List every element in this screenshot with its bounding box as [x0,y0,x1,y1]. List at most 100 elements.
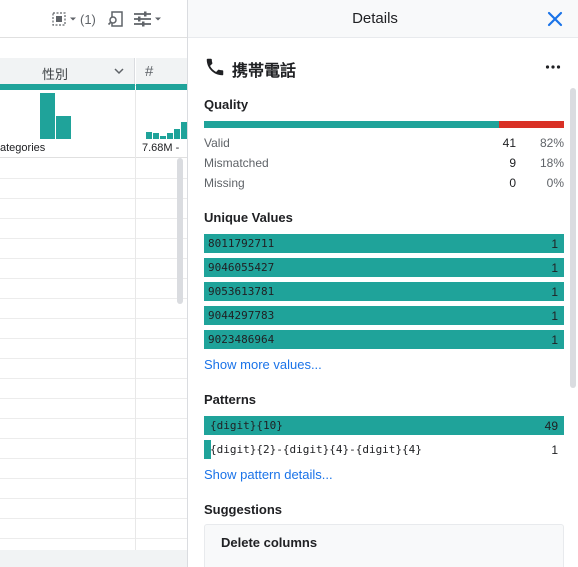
data-grid: (1) 性別 # ategories 7.68M - [0,0,187,567]
pattern-value: {digit}{2}-{digit}{4}-{digit}{4} [210,443,422,456]
quality-percent: 82% [539,136,564,150]
panel-header: Details [188,0,578,38]
unique-value-row[interactable]: 9023486964 1 [204,330,564,349]
pattern-row[interactable]: {digit}{10} 49 [204,416,564,435]
details-panel: Details 携帯電話 Quality Valid 41 82% Mismat… [187,0,578,567]
column-name: 性別 [42,67,69,82]
grid-row-divider [0,518,187,519]
show-pattern-details-link[interactable]: Show pattern details... [204,467,333,482]
column-title: 携帯電話 [232,63,297,80]
unique-value-row[interactable]: 8011792711 1 [204,234,564,253]
suggestions-heading: Suggestions [204,502,283,517]
chevron-down-icon [155,17,161,21]
settings-button[interactable] [133,9,162,29]
unique-value-count: 1 [551,237,558,251]
quality-count: 0 [509,176,516,190]
unique-value-count: 1 [551,309,558,323]
unique-value-row[interactable]: 9046055427 1 [204,258,564,277]
quality-count: 9 [509,156,516,170]
close-icon[interactable] [545,9,565,29]
tune-icon [134,11,151,27]
find-button[interactable] [107,9,125,29]
quality-row-missing[interactable]: Missing 0 0% [204,176,564,192]
gender-histogram-label: ategories [0,142,46,154]
histogram-row: ategories 7.68M - [0,90,187,158]
unique-value: 9053613781 [208,285,275,298]
pattern-count: 1 [551,443,558,457]
grid-row-divider [0,378,187,379]
grid-row-divider [0,258,187,259]
unique-value-row[interactable]: 9044297783 1 [204,306,564,325]
column-selector-button[interactable]: (1) [52,9,96,29]
column-header-phone[interactable]: # [136,58,187,86]
quality-row-mismatched[interactable]: Mismatched 9 18% [204,156,564,172]
column-selector-icon [52,12,66,26]
histogram-bar[interactable] [146,132,152,139]
selected-count: (1) [80,11,96,27]
grid-row-divider [0,318,187,319]
quality-label: Valid [204,136,230,150]
grid-row-divider [0,418,187,419]
chevron-down-icon[interactable] [113,65,125,77]
show-more-values-link[interactable]: Show more values... [204,357,322,372]
column-header-row: 性別 # [0,58,187,86]
grid-row-divider [0,538,187,539]
grid-row-divider [0,398,187,399]
grid-row-divider [0,438,187,439]
grid-row-divider [0,278,187,279]
unique-value-count: 1 [551,285,558,299]
histogram-bar[interactable] [174,129,180,139]
unique-value: 9044297783 [208,309,275,322]
grid-toolbar: (1) [0,0,187,38]
grid-row-divider [0,358,187,359]
quality-label: Missing [204,176,245,190]
grid-horizontal-scrollbar[interactable] [0,550,187,567]
grid-row-divider [0,498,187,499]
histogram-bar[interactable] [40,93,55,139]
column-title-row: 携帯電話 [204,55,564,80]
grid-row-divider [0,478,187,479]
patterns-heading: Patterns [204,392,257,407]
quality-row-valid[interactable]: Valid 41 82% [204,136,564,152]
grid-row-divider [0,238,187,239]
quality-valid-fill [204,121,500,128]
find-icon [107,11,123,27]
pattern-count: 49 [544,419,558,433]
column-divider [135,90,136,567]
panel-scrollbar[interactable] [570,88,576,388]
histogram-bar[interactable] [153,133,159,139]
grid-row-divider [0,458,187,459]
grid-row-divider [0,338,187,339]
chevron-down-icon [70,17,76,21]
suggestion-title: Delete columns [221,535,318,550]
unique-value: 9023486964 [208,333,275,346]
unique-value: 8011792711 [208,237,275,250]
histogram-bar[interactable] [56,116,71,139]
suggestion-card[interactable]: Delete columns [204,524,564,567]
pattern-row[interactable]: {digit}{2}-{digit}{4}-{digit}{4} 1 [204,440,564,459]
quality-bar[interactable] [204,121,564,128]
histogram-bar[interactable] [160,136,166,139]
quality-percent: 18% [539,156,564,170]
numeric-type-icon: # [145,63,154,80]
unique-value: 9046055427 [208,261,275,274]
column-header-gender[interactable]: 性別 [0,58,135,86]
more-options-icon[interactable] [544,58,562,76]
phone-histogram-label: 7.68M - [142,142,180,154]
grid-row-divider [0,178,187,179]
phone-icon [206,58,224,76]
unique-values-heading: Unique Values [204,210,293,225]
quality-percent: 0% [546,176,564,190]
quality-label: Mismatched [204,156,269,170]
histogram-bar[interactable] [167,133,173,139]
unique-value-row[interactable]: 9053613781 1 [204,282,564,301]
unique-value-count: 1 [551,261,558,275]
pattern-value: {digit}{10} [210,419,283,432]
panel-title: Details [352,10,398,27]
grid-vertical-scrollbar[interactable] [177,158,183,304]
grid-row-divider [0,198,187,199]
grid-row-divider [0,298,187,299]
grid-row-divider [0,218,187,219]
quality-heading: Quality [204,97,249,112]
unique-value-count: 1 [551,333,558,347]
